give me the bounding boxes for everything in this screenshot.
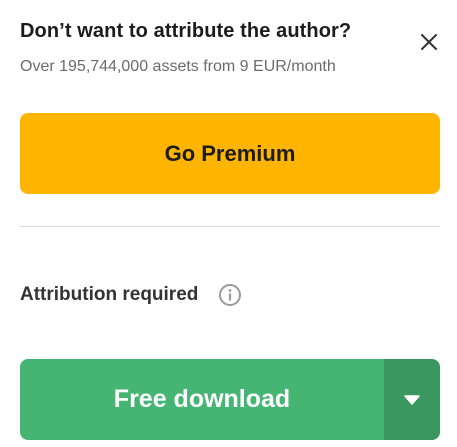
free-download-button[interactable]: Free download <box>20 359 384 440</box>
close-icon <box>421 34 437 50</box>
go-premium-button[interactable]: Go Premium <box>20 113 440 194</box>
download-panel: Don’t want to attribute the author? Over… <box>0 0 457 447</box>
free-download-label: Free download <box>113 385 291 413</box>
attribution-label: Attribution required <box>20 284 199 305</box>
download-options-button[interactable] <box>384 359 440 440</box>
caret-down-icon <box>404 394 420 405</box>
promo-subline: Over 195,744,000 assets from 9 EUR/month <box>20 58 336 75</box>
download-split-button: Free download <box>20 359 440 440</box>
close-button[interactable] <box>419 32 439 52</box>
info-icon[interactable] <box>218 283 242 307</box>
divider <box>20 226 440 227</box>
go-premium-label: Go Premium <box>164 140 296 166</box>
attribution-row: Attribution required <box>20 283 242 307</box>
promo-headline: Don’t want to attribute the author? <box>20 20 352 42</box>
